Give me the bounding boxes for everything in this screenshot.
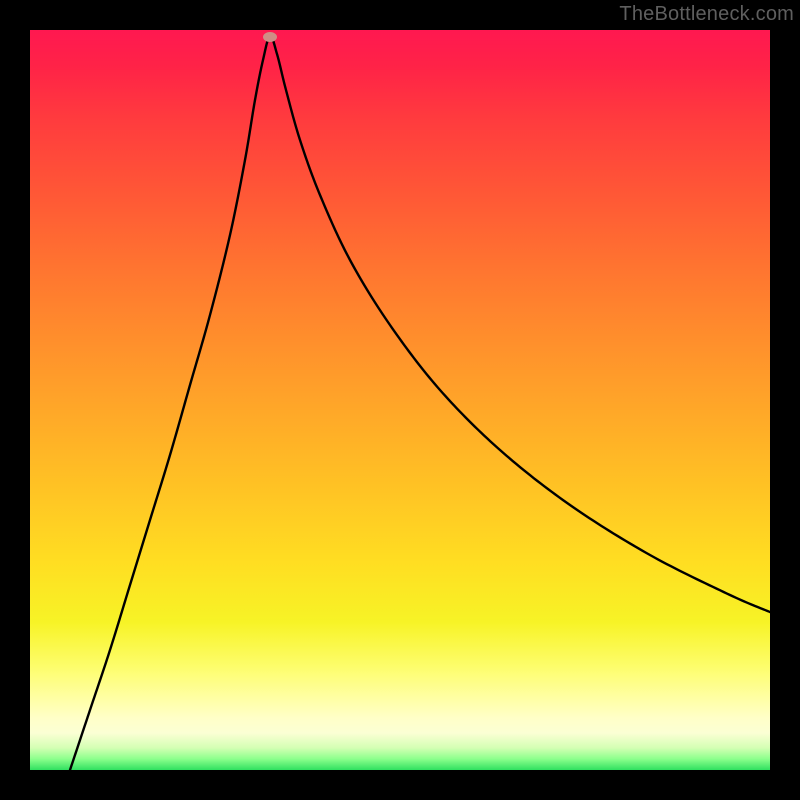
curve-svg <box>30 30 770 770</box>
chart-frame: TheBottleneck.com <box>0 0 800 800</box>
plot-area <box>30 30 770 770</box>
bottleneck-curve <box>70 36 770 770</box>
watermark-text: TheBottleneck.com <box>619 3 794 26</box>
optimum-marker <box>263 32 277 42</box>
